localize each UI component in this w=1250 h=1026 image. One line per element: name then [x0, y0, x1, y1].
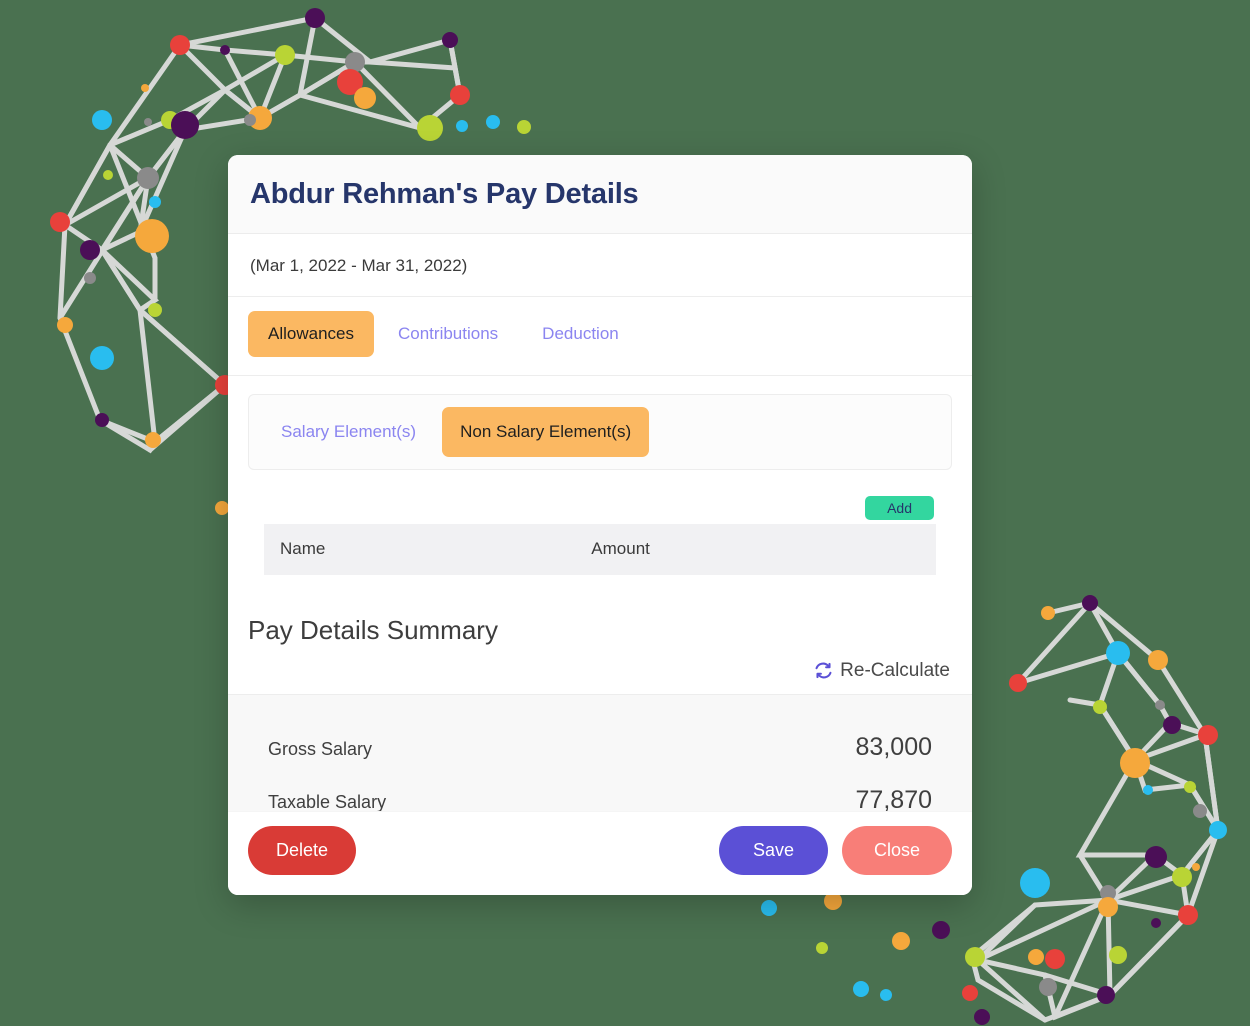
- tab-deduction[interactable]: Deduction: [522, 311, 639, 357]
- subtab-non-salary-elements[interactable]: Non Salary Element(s): [442, 406, 650, 457]
- add-row: Add: [264, 495, 936, 520]
- summary-label: Taxable Salary: [268, 791, 387, 811]
- tab-allowances[interactable]: Allowances: [248, 310, 374, 357]
- delete-button[interactable]: Delete: [248, 826, 357, 875]
- recalculate-label: Re-Calculate: [840, 659, 950, 681]
- elements-table: Name Amount: [264, 523, 936, 575]
- modal-body: Salary Element(s) Non Salary Element(s) …: [228, 375, 972, 811]
- summary-label: Gross Salary: [268, 738, 373, 759]
- page-title: Abdur Rehman's Pay Details: [250, 178, 639, 210]
- elements-table-head: Name Amount: [264, 523, 936, 575]
- close-button[interactable]: Close: [841, 826, 952, 875]
- summary-panel: Gross Salary 83,000 Taxable Salary 77,87…: [228, 693, 972, 811]
- tab-contributions[interactable]: Contributions: [378, 311, 518, 357]
- pay-details-modal: Abdur Rehman's Pay Details (Mar 1, 2022 …: [228, 155, 972, 895]
- summary-heading: Pay Details Summary: [248, 614, 498, 645]
- network-graph-icon: [962, 595, 1227, 1025]
- background-network-right: [960, 575, 1250, 1026]
- pay-period-date-range: (Mar 1, 2022 - Mar 31, 2022): [250, 255, 468, 275]
- sync-icon: [815, 663, 832, 679]
- category-tabs: Allowances Contributions Deduction: [228, 296, 972, 376]
- save-button[interactable]: Save: [718, 826, 828, 875]
- date-range-row: (Mar 1, 2022 - Mar 31, 2022): [228, 233, 972, 297]
- recalculate-button[interactable]: Re-Calculate: [814, 660, 950, 682]
- elements-table-block: Add Name Amount: [228, 470, 972, 575]
- modal-header: Abdur Rehman's Pay Details: [228, 155, 972, 234]
- subtab-section: Salary Element(s) Non Salary Element(s): [228, 376, 972, 470]
- summary-value: 83,000: [855, 732, 932, 761]
- recalculate-row: Re-Calculate: [228, 646, 972, 694]
- modal-footer: Delete Save Close: [228, 811, 972, 895]
- subtab-salary-elements[interactable]: Salary Element(s): [263, 407, 434, 457]
- footer-actions: Save Close: [718, 826, 952, 875]
- add-button[interactable]: Add: [865, 495, 934, 520]
- summary-value: 77,870: [855, 785, 932, 811]
- summary-row-gross-salary: Gross Salary 83,000: [268, 721, 932, 774]
- column-header-name: Name: [264, 523, 582, 575]
- table-header-row: Name Amount: [264, 523, 936, 575]
- element-type-subtabs: Salary Element(s) Non Salary Element(s): [248, 393, 952, 470]
- column-header-amount: Amount: [581, 523, 936, 575]
- summary-row-taxable-salary: Taxable Salary 77,870: [268, 774, 932, 811]
